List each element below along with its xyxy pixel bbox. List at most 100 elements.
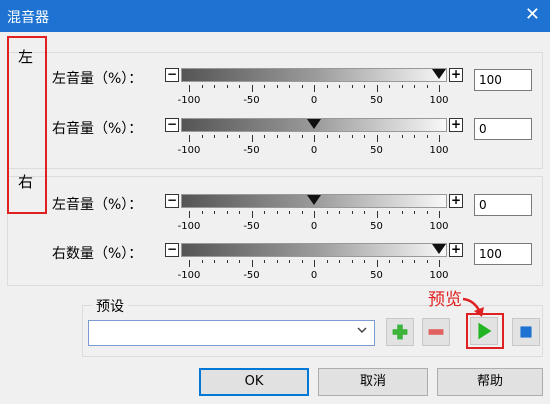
slider-tick [351,211,353,214]
slider-tick [189,211,190,218]
slider-tick [414,211,415,214]
decrease-button[interactable]: − [165,194,179,208]
remove-preset-button[interactable] [422,318,450,346]
volume-input[interactable]: 100 [474,69,532,91]
slider-tick [401,85,403,88]
volume-slider[interactable]: − + -100 -50 0 50 100 [165,194,470,236]
decrease-button[interactable]: − [165,118,179,132]
slider-tick [226,85,228,88]
slider-tick-label: 50 [370,221,383,232]
slider-tick-label: 50 [370,95,383,106]
slider-tick [251,135,253,142]
slider-tick-label: 0 [310,270,318,281]
cancel-button[interactable]: 取消 [318,368,428,396]
slider-tick [289,135,290,138]
row-label: 左音量（%）： [52,71,143,87]
slider-thumb[interactable] [432,69,446,79]
decrease-button[interactable]: − [165,68,179,82]
slider-tick [401,135,403,138]
slider-tick [314,260,315,267]
slider-tick [264,135,265,138]
slider-tick [239,85,240,88]
slider-tick [251,260,253,267]
slider-tick [251,211,253,218]
slider-tick [239,211,240,214]
slider-tick [201,211,203,214]
slider-tick [189,135,190,142]
slider-tick-label: 100 [429,145,449,156]
add-icon [392,324,408,340]
volume-slider[interactable]: − + -100 -50 0 50 100 [165,243,470,285]
increase-button[interactable]: + [449,194,463,208]
help-button[interactable]: 帮助 [437,368,543,396]
preview-label: 预览 [428,290,462,310]
slider-tick [326,85,328,88]
slider-tick [414,260,415,263]
slider-tick [214,85,215,88]
slider-tick [276,85,278,88]
slider-tick [376,135,378,142]
slider-tick [301,260,303,263]
close-icon[interactable]: ✕ [525,5,540,25]
slider-tick [239,260,240,263]
slider-tick [314,211,315,218]
window-title: 混音器 [7,10,49,26]
decrease-button[interactable]: − [165,243,179,257]
volume-input[interactable]: 0 [474,194,532,216]
slider-tick [276,135,278,138]
slider-tick [364,135,365,138]
slider-tick [226,135,228,138]
slider-tick-label: -100 [177,95,201,106]
stop-button[interactable] [512,318,540,346]
add-preset-button[interactable] [386,318,414,346]
slider-tick-label: -50 [243,270,260,281]
title-bar: 混音器 ✕ [0,0,550,32]
slider-tick [289,85,290,88]
slider-tick [426,85,428,88]
slider-tick [351,135,353,138]
slider-tick [264,211,265,214]
slider-tick [439,260,440,267]
slider-tick-label: 50 [370,145,383,156]
slider-tick [326,260,328,263]
slider-tick-label: 100 [429,270,449,281]
slider-tick [376,260,378,267]
slider-track[interactable] [181,68,447,82]
ok-button[interactable]: OK [199,368,309,396]
section-label-left: 左 [18,48,34,66]
increase-button[interactable]: + [449,68,463,82]
slider-tick-label: 0 [310,221,318,232]
slider-tick [201,85,203,88]
increase-button[interactable]: + [449,243,463,257]
slider-track[interactable] [181,243,447,257]
volume-input[interactable]: 100 [474,243,532,265]
slider-tick [389,260,390,263]
slider-tick [314,85,315,92]
increase-button[interactable]: + [449,118,463,132]
slider-tick-label: 0 [310,145,318,156]
slider-tick [426,135,428,138]
slider-thumb[interactable] [307,195,321,205]
slider-tick [339,211,340,214]
slider-tick [439,85,440,92]
slider-tick [414,85,415,88]
slider-tick [326,211,328,214]
slider-tick [301,135,303,138]
slider-tick [364,211,365,214]
preset-label: 预设 [92,296,128,316]
volume-input[interactable]: 0 [474,118,532,140]
volume-slider[interactable]: − + -100 -50 0 50 100 [165,118,470,160]
chevron-down-icon [356,324,368,339]
slider-tick [351,260,353,263]
slider-tick [189,85,190,92]
slider-thumb[interactable] [307,119,321,129]
slider-tick [226,260,228,263]
slider-tick [226,211,228,214]
play-button[interactable] [470,317,498,345]
slider-tick [401,211,403,214]
slider-tick [326,135,328,138]
volume-slider[interactable]: − + -100 -50 0 50 100 [165,68,470,110]
slider-tick [364,85,365,88]
slider-thumb[interactable] [432,244,446,254]
preset-select[interactable] [88,320,375,346]
